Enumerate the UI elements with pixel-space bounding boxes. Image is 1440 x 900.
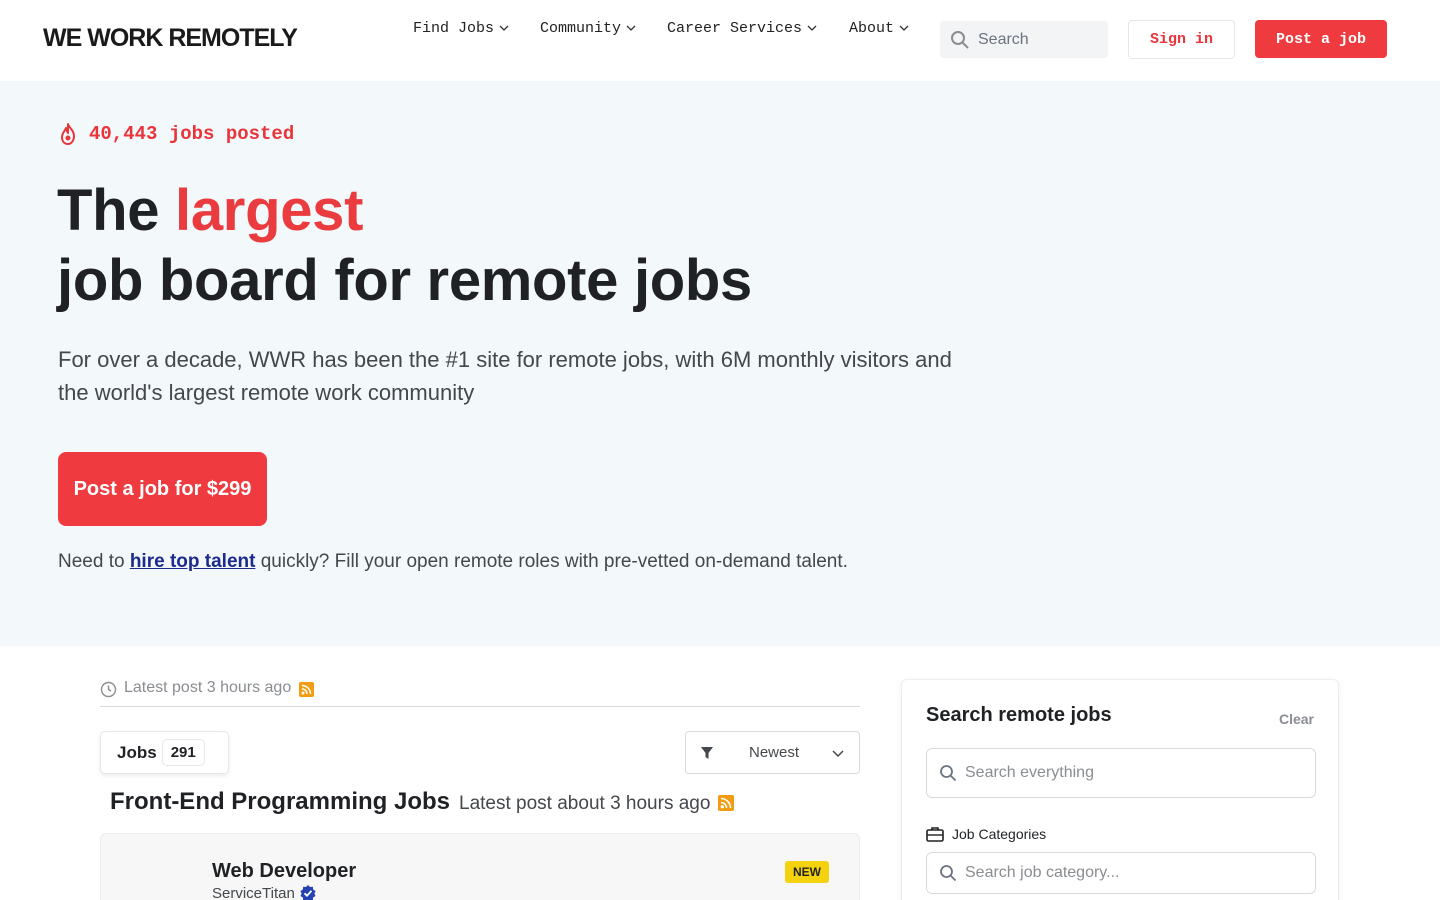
search-icon: [940, 765, 957, 782]
search-icon: [940, 865, 957, 882]
sidebar-search-input[interactable]: [965, 764, 1305, 782]
nav-find-jobs[interactable]: Find Jobs: [413, 20, 510, 37]
jobs-posted-text: 40,443 jobs posted: [89, 123, 295, 145]
nav-find-jobs-label: Find Jobs: [413, 19, 495, 37]
headline-accent: largest: [175, 178, 364, 243]
sign-in-button[interactable]: Sign in: [1128, 20, 1235, 59]
search-sidebar: Search remote jobs Clear Job Categories: [901, 679, 1339, 900]
hire-prefix: Need to: [58, 551, 130, 572]
chevron-down-icon: [807, 25, 817, 31]
verified-badge-icon: [300, 885, 316, 900]
jobs-posted-counter: 40,443 jobs posted: [58, 122, 294, 146]
fire-icon: [61, 123, 75, 145]
category-latest-post: Latest post about 3 hours ago: [459, 793, 711, 814]
jobs-count-badge: 291: [161, 739, 205, 766]
search-icon: [951, 30, 969, 49]
chevron-down-icon: [832, 750, 844, 758]
chevron-down-icon: [499, 25, 509, 31]
job-title[interactable]: Web Developer: [212, 860, 356, 883]
job-categories-text: Job Categories: [952, 826, 1047, 842]
job-listing-card[interactable]: Web Developer ServiceTitan NEW: [100, 833, 860, 900]
headline-line2: job board for remote jobs: [57, 248, 752, 313]
sidebar-search-field: [926, 748, 1316, 798]
nav-career-services-label: Career Services: [667, 19, 803, 37]
nav-community[interactable]: Community: [540, 20, 637, 37]
rss-icon[interactable]: [299, 682, 315, 697]
site-header: WE WORK REMOTELY Find Jobs Community Car…: [0, 0, 1440, 81]
sidebar-title: Search remote jobs: [926, 704, 1112, 726]
hero-headline: The largest job board for remote jobs: [57, 176, 752, 316]
category-title[interactable]: Front-End Programming Jobs: [110, 788, 450, 816]
hire-talent-line: Need to hire top talent quickly? Fill yo…: [58, 551, 848, 573]
post-job-button[interactable]: Post a job: [1255, 20, 1387, 58]
chevron-down-icon: [626, 25, 636, 31]
nav-career-services[interactable]: Career Services: [667, 20, 818, 37]
nav-community-label: Community: [540, 19, 622, 37]
nav-about-label: About: [849, 19, 895, 37]
sort-dropdown[interactable]: Newest: [685, 731, 860, 774]
post-job-cta-button[interactable]: Post a job for $299: [58, 452, 267, 526]
latest-post-text: Latest post 3 hours ago: [124, 679, 292, 696]
tab-jobs[interactable]: Jobs 291: [100, 731, 229, 774]
site-logo[interactable]: WE WORK REMOTELY: [43, 24, 298, 53]
job-company-name: ServiceTitan: [212, 884, 295, 900]
sort-dropdown-value: Newest: [749, 744, 800, 761]
latest-post-bar: Latest post 3 hours ago: [100, 679, 860, 707]
hire-top-talent-link[interactable]: hire top talent: [130, 551, 256, 572]
category-heading: Front-End Programming Jobs Latest post a…: [110, 788, 735, 816]
clear-filters-button[interactable]: Clear: [1279, 711, 1314, 727]
filter-icon: [701, 746, 713, 759]
tab-jobs-label: Jobs: [117, 742, 157, 762]
hire-suffix: quickly? Fill your open remote roles wit…: [255, 551, 848, 572]
briefcase-icon: [926, 827, 944, 842]
hero-subtext: For over a decade, WWR has been the #1 s…: [58, 347, 952, 405]
header-search: [940, 21, 1108, 58]
new-badge: NEW: [785, 861, 829, 883]
job-company: ServiceTitan: [212, 884, 317, 900]
rss-icon[interactable]: [718, 795, 735, 811]
nav-about[interactable]: About: [849, 20, 910, 37]
clock-icon: [100, 681, 117, 698]
category-search-input[interactable]: [965, 864, 1305, 882]
job-categories-label: Job Categories: [926, 826, 1046, 842]
hero-section: 40,443 jobs posted The largest job board…: [0, 81, 1440, 646]
headline-prefix: The: [57, 178, 176, 243]
header-search-input[interactable]: [978, 30, 1098, 49]
chevron-down-icon: [899, 25, 909, 31]
category-search-field: [926, 852, 1316, 894]
